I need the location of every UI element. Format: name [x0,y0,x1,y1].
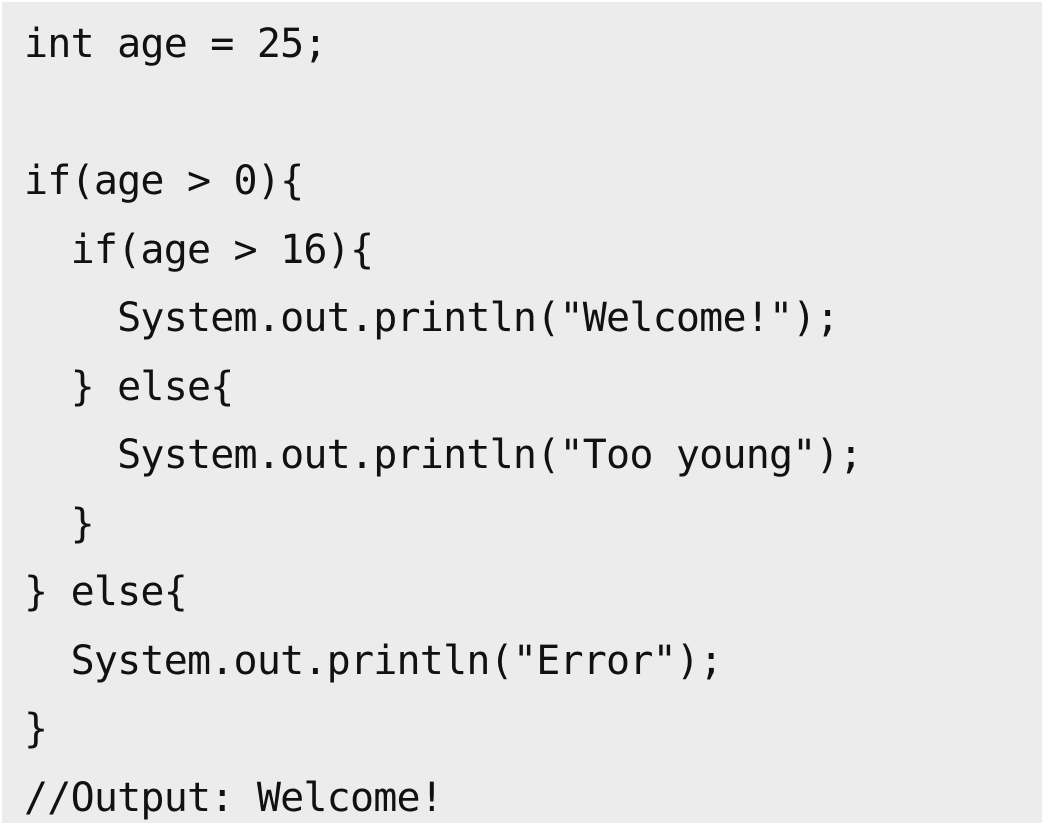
code-block: int age = 25;if(age > 0){ if(age > 16){ … [24,10,862,832]
code-line-5: System.out.println("Welcome!"); [24,284,862,353]
code-line-10: System.out.println("Error"); [24,627,862,696]
code-line-6: } else{ [24,353,862,422]
code-line-8: } [24,490,862,559]
code-line-12: //Output: Welcome! [24,764,862,832]
code-line-4: if(age > 16){ [24,216,862,285]
code-line-1: int age = 25; [24,10,862,79]
code-line-9: } else{ [24,558,862,627]
code-line-7: System.out.println("Too young"); [24,421,862,490]
code-line-3: if(age > 0){ [24,147,862,216]
code-snippet-panel: int age = 25;if(age > 0){ if(age > 16){ … [0,0,1045,826]
code-line-11: } [24,695,862,764]
code-line-2 [24,79,862,148]
